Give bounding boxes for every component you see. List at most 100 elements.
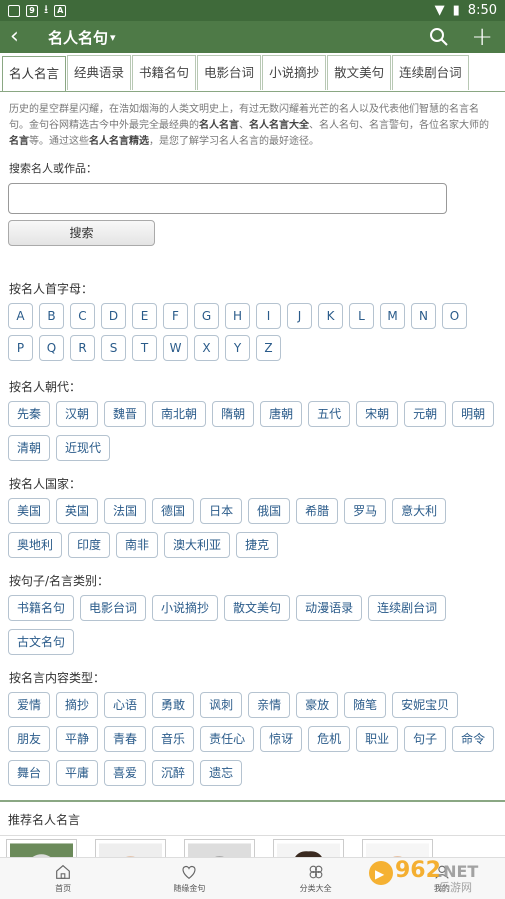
letter-button[interactable]: D — [101, 303, 126, 329]
letter-button[interactable]: N — [411, 303, 436, 329]
nav-home[interactable]: 首页 — [0, 858, 126, 899]
letter-button[interactable]: K — [318, 303, 343, 329]
dynasty-button[interactable]: 先秦 — [8, 401, 51, 427]
country-button[interactable]: 澳大利亚 — [164, 532, 231, 558]
search-icon[interactable] — [429, 27, 449, 47]
dynasty-button[interactable]: 唐朝 — [260, 401, 303, 427]
country-button[interactable]: 俄国 — [248, 498, 291, 524]
content-type-button[interactable]: 平静 — [56, 726, 99, 752]
country-button[interactable]: 奥地利 — [8, 532, 63, 558]
add-icon[interactable]: + — [471, 23, 493, 51]
content-type-button[interactable]: 舞台 — [8, 760, 51, 786]
dynasty-label: 按名人朝代： — [9, 380, 82, 394]
dynasty-button[interactable]: 隋朝 — [212, 401, 255, 427]
country-button[interactable]: 印度 — [68, 532, 111, 558]
letter-button[interactable]: A — [8, 303, 33, 329]
tab-prose-sentences[interactable]: 散文美句 — [327, 55, 392, 90]
letter-button[interactable]: P — [8, 335, 33, 361]
letter-button[interactable]: G — [194, 303, 219, 329]
content-type-button[interactable]: 安妮宝贝 — [392, 692, 459, 718]
letter-button[interactable]: O — [442, 303, 467, 329]
category-button[interactable]: 散文美句 — [224, 595, 291, 621]
nav-categories[interactable]: 分类大全 — [253, 858, 379, 899]
content-type-button[interactable]: 命令 — [452, 726, 495, 752]
letter-button[interactable]: R — [70, 335, 95, 361]
content-type-button[interactable]: 亲情 — [248, 692, 291, 718]
letter-button[interactable]: E — [132, 303, 157, 329]
letter-button[interactable]: L — [349, 303, 374, 329]
content-type-button[interactable]: 勇敢 — [152, 692, 195, 718]
letter-button[interactable]: M — [380, 303, 405, 329]
content-type-button[interactable]: 沉醉 — [152, 760, 195, 786]
category-button[interactable]: 动漫语录 — [296, 595, 363, 621]
category-button[interactable]: 小说摘抄 — [152, 595, 219, 621]
tab-classic-quotes[interactable]: 经典语录 — [67, 55, 132, 90]
tab-movie-lines[interactable]: 电影台词 — [197, 55, 262, 90]
country-button[interactable]: 法国 — [104, 498, 147, 524]
letter-button[interactable]: Z — [256, 335, 281, 361]
content-type-button[interactable]: 遗忘 — [200, 760, 243, 786]
tab-tv-lines[interactable]: 连续剧台词 — [392, 55, 469, 90]
page-title[interactable]: 名人名句 — [48, 27, 108, 48]
letter-button[interactable]: T — [132, 335, 157, 361]
tab-famous-quotes[interactable]: 名人名言 — [2, 56, 67, 91]
letter-button[interactable]: J — [287, 303, 312, 329]
content-type-button[interactable]: 豪放 — [296, 692, 339, 718]
content-type-button[interactable]: 句子 — [404, 726, 447, 752]
letter-button[interactable]: H — [225, 303, 250, 329]
letter-button[interactable]: I — [256, 303, 281, 329]
content-type-button[interactable]: 职业 — [356, 726, 399, 752]
tab-novel-excerpts[interactable]: 小说摘抄 — [262, 55, 327, 90]
category-button[interactable]: 连续剧台词 — [368, 595, 447, 621]
category-button[interactable]: 古文名句 — [8, 629, 75, 655]
letter-button[interactable]: W — [163, 335, 188, 361]
content-type-button[interactable]: 危机 — [308, 726, 351, 752]
content-type-button[interactable]: 责任心 — [200, 726, 255, 752]
country-button[interactable]: 美国 — [8, 498, 51, 524]
country-button[interactable]: 希腊 — [296, 498, 339, 524]
dynasty-button[interactable]: 魏晋 — [104, 401, 147, 427]
country-button[interactable]: 英国 — [56, 498, 99, 524]
country-button[interactable]: 南非 — [116, 532, 159, 558]
back-arrow-icon[interactable]: ‹ — [10, 22, 34, 52]
content-type-button[interactable]: 朋友 — [8, 726, 51, 752]
content-type-button[interactable]: 喜爱 — [104, 760, 147, 786]
letter-button[interactable]: S — [101, 335, 126, 361]
dynasty-button[interactable]: 南北朝 — [152, 401, 207, 427]
letter-button[interactable]: X — [194, 335, 219, 361]
letters-label: 按名人首字母： — [9, 282, 94, 296]
dynasty-button[interactable]: 明朝 — [452, 401, 495, 427]
content-type-button[interactable]: 讽刺 — [200, 692, 243, 718]
content-type-button[interactable]: 青春 — [104, 726, 147, 752]
dynasty-button[interactable]: 清朝 — [8, 435, 51, 461]
content-type-button[interactable]: 惊讶 — [260, 726, 303, 752]
dynasty-button[interactable]: 元朝 — [404, 401, 447, 427]
search-button[interactable]: 搜索 — [8, 220, 155, 246]
dynasty-button[interactable]: 宋朝 — [356, 401, 399, 427]
letter-button[interactable]: C — [70, 303, 95, 329]
content-type-button[interactable]: 随笔 — [344, 692, 387, 718]
dynasty-button[interactable]: 近现代 — [56, 435, 111, 461]
search-input[interactable] — [8, 183, 447, 214]
letter-button[interactable]: Y — [225, 335, 250, 361]
content-type-button[interactable]: 平庸 — [56, 760, 99, 786]
content-type-button[interactable]: 摘抄 — [56, 692, 99, 718]
country-button[interactable]: 罗马 — [344, 498, 387, 524]
dynasty-button[interactable]: 五代 — [308, 401, 351, 427]
letter-button[interactable]: F — [163, 303, 188, 329]
country-button[interactable]: 捷克 — [236, 532, 279, 558]
letter-button[interactable]: Q — [39, 335, 64, 361]
country-button[interactable]: 德国 — [152, 498, 195, 524]
chevron-down-icon[interactable]: ▾ — [110, 31, 116, 44]
tab-book-quotes[interactable]: 书籍名句 — [132, 55, 197, 90]
country-button[interactable]: 意大利 — [392, 498, 447, 524]
content-type-button[interactable]: 音乐 — [152, 726, 195, 752]
nav-random[interactable]: 随缘金句 — [126, 858, 252, 899]
content-type-button[interactable]: 心语 — [104, 692, 147, 718]
content-type-button[interactable]: 爱情 — [8, 692, 51, 718]
category-button[interactable]: 书籍名句 — [8, 595, 75, 621]
letter-button[interactable]: B — [39, 303, 64, 329]
country-button[interactable]: 日本 — [200, 498, 243, 524]
category-button[interactable]: 电影台词 — [80, 595, 147, 621]
dynasty-button[interactable]: 汉朝 — [56, 401, 99, 427]
